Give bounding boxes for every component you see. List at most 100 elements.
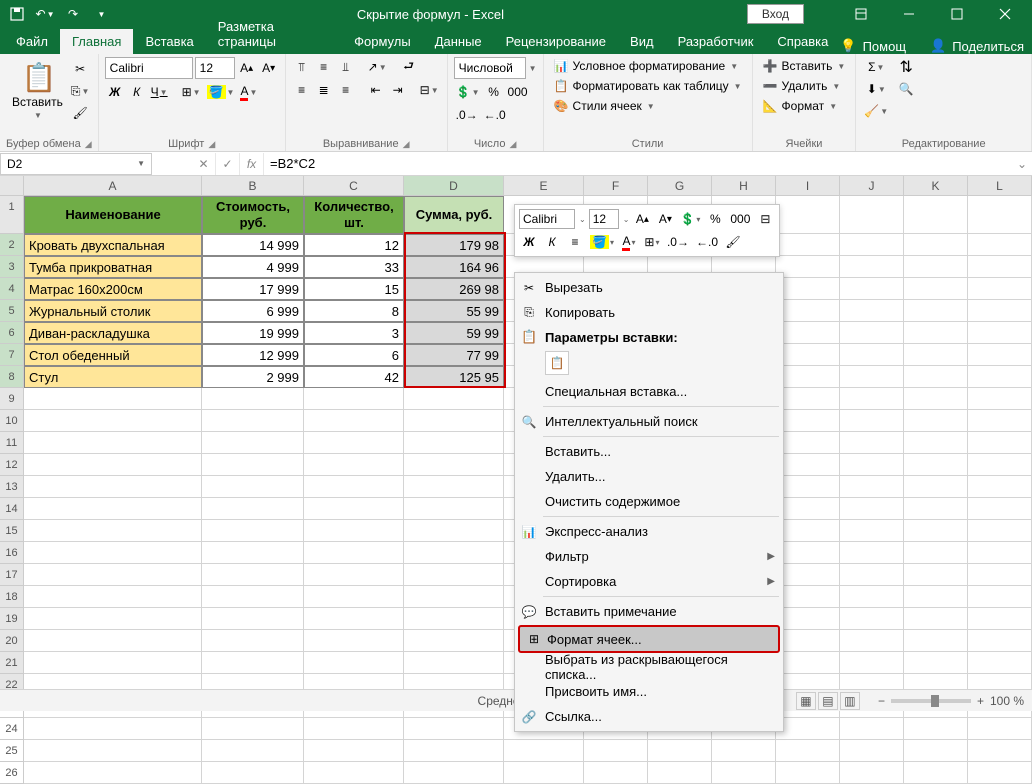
table-data-cell[interactable]: 8 (304, 300, 404, 322)
qat-customize-icon[interactable]: ▼ (88, 2, 114, 26)
align-middle-icon[interactable]: ≡ (314, 57, 334, 77)
cancel-icon[interactable]: ✕ (192, 153, 216, 175)
mini-comma-icon[interactable]: 000 (728, 209, 752, 229)
tab-layout[interactable]: Разметка страницы (206, 14, 342, 54)
ctx-smart-lookup[interactable]: 🔍Интеллектуальный поиск (515, 409, 783, 434)
mini-bold-button[interactable]: Ж (519, 232, 539, 252)
zoom-in-icon[interactable]: + (977, 694, 984, 708)
increase-decimal-icon[interactable]: .0→ (454, 105, 480, 125)
font-launcher[interactable]: ◢ (208, 139, 215, 150)
currency-icon[interactable]: 💲▼ (454, 82, 482, 102)
table-data-cell[interactable]: 3 (304, 322, 404, 344)
mini-format-painter-icon[interactable]: 🖌 (723, 232, 743, 252)
table-data-cell[interactable]: 269 98 (404, 278, 504, 300)
ctx-paste-special[interactable]: Специальная вставка... (515, 379, 783, 404)
ctx-pick-from-list[interactable]: Выбрать из раскрывающегося списка... (515, 654, 783, 679)
autosum-icon[interactable]: Σ▼ (862, 57, 890, 77)
percent-icon[interactable]: % (484, 82, 504, 102)
ctx-link[interactable]: 🔗Ссылка... (515, 704, 783, 729)
table-data-cell[interactable]: 55 99 (404, 300, 504, 322)
merge-icon[interactable]: ⊟▼ (418, 80, 441, 100)
ribbon-options-icon[interactable] (838, 0, 884, 28)
align-bottom-icon[interactable]: ⫫ (336, 57, 356, 77)
format-cells-ribbon-button[interactable]: 📐 Формат▼ (759, 97, 850, 115)
table-name-cell[interactable]: Стол обеденный (24, 344, 202, 366)
tell-me-icon[interactable]: 💡 (840, 38, 856, 54)
table-name-cell[interactable]: Диван-раскладушка (24, 322, 202, 344)
zoom-value[interactable]: 100 % (990, 694, 1024, 708)
row-header-18[interactable]: 18 (0, 586, 24, 608)
table-data-cell[interactable]: 42 (304, 366, 404, 388)
row-header-11[interactable]: 11 (0, 432, 24, 454)
insert-cells-button[interactable]: ➕ Вставить▼ (759, 57, 850, 75)
underline-button[interactable]: Ч▼ (149, 82, 170, 102)
ctx-format-cells[interactable]: ⊞Формат ячеек... (518, 625, 780, 653)
table-data-cell[interactable]: 33 (304, 256, 404, 278)
find-icon[interactable]: 🔍 (896, 79, 916, 99)
col-header-H[interactable]: H (712, 176, 776, 195)
row-header-6[interactable]: 6 (0, 322, 24, 344)
row-header-26[interactable]: 26 (0, 762, 24, 784)
sort-filter-icon[interactable]: ⇅ (896, 57, 916, 77)
maximize-icon[interactable] (934, 0, 980, 28)
login-button[interactable]: Вход (747, 4, 804, 24)
increase-indent-icon[interactable]: ⇥ (388, 80, 408, 100)
row-header-5[interactable]: 5 (0, 300, 24, 322)
tell-me[interactable]: Помощ (863, 39, 906, 54)
mini-currency-icon[interactable]: 💲▾ (678, 209, 702, 229)
name-box[interactable]: D2▼ (0, 153, 152, 175)
col-header-K[interactable]: K (904, 176, 968, 195)
row-header-17[interactable]: 17 (0, 564, 24, 586)
decrease-font-icon[interactable]: A▾ (259, 58, 279, 78)
ctx-copy[interactable]: ⎘Копировать (515, 300, 783, 325)
mini-font-color-icon[interactable]: A▾ (619, 232, 639, 252)
row-header-14[interactable]: 14 (0, 498, 24, 520)
conditional-formatting-button[interactable]: 📊 Условное форматирование▼ (550, 57, 746, 75)
mini-decrease-font-icon[interactable]: A▾ (655, 209, 675, 229)
mini-merge-icon[interactable]: ⊟ (755, 209, 775, 229)
row-header-4[interactable]: 4 (0, 278, 24, 300)
col-header-B[interactable]: B (202, 176, 304, 195)
align-top-icon[interactable]: ⫪ (292, 57, 312, 77)
row-header-21[interactable]: 21 (0, 652, 24, 674)
paste-button[interactable]: Вставить ▼ (6, 57, 69, 124)
col-header-A[interactable]: A (24, 176, 202, 195)
mini-size-select[interactable] (589, 209, 619, 229)
tab-formulas[interactable]: Формулы (342, 29, 423, 54)
comma-icon[interactable]: 000 (506, 82, 530, 102)
table-data-cell[interactable]: 12 (304, 234, 404, 256)
minimize-icon[interactable] (886, 0, 932, 28)
col-header-E[interactable]: E (504, 176, 584, 195)
table-data-cell[interactable]: 19 999 (202, 322, 304, 344)
select-all-corner[interactable] (0, 176, 24, 195)
row-header-8[interactable]: 8 (0, 366, 24, 388)
table-data-cell[interactable]: 77 99 (404, 344, 504, 366)
table-data-cell[interactable]: 59 99 (404, 322, 504, 344)
row-header-1[interactable]: 1 (0, 196, 24, 234)
table-name-cell[interactable]: Матрас 160х200см (24, 278, 202, 300)
row-header-2[interactable]: 2 (0, 234, 24, 256)
row-header-19[interactable]: 19 (0, 608, 24, 630)
table-data-cell[interactable]: 179 98 (404, 234, 504, 256)
fill-color-icon[interactable]: 🪣▼ (205, 82, 237, 102)
orientation-icon[interactable]: ↗▼ (366, 57, 389, 77)
ctx-clear[interactable]: Очистить содержимое (515, 489, 783, 514)
tab-help[interactable]: Справка (765, 29, 840, 54)
row-header-25[interactable]: 25 (0, 740, 24, 762)
table-name-cell[interactable]: Кровать двухспальная (24, 234, 202, 256)
clipboard-launcher[interactable]: ◢ (85, 139, 92, 150)
row-header-13[interactable]: 13 (0, 476, 24, 498)
table-data-cell[interactable]: 15 (304, 278, 404, 300)
mini-inc-decimal-icon[interactable]: .0→ (665, 232, 691, 252)
font-size-select[interactable] (195, 57, 235, 79)
row-header-3[interactable]: 3 (0, 256, 24, 278)
table-header[interactable]: Наименование (24, 196, 202, 234)
col-header-F[interactable]: F (584, 176, 648, 195)
mini-fill-color-icon[interactable]: 🪣▾ (588, 232, 616, 252)
clear-icon[interactable]: 🧹▼ (862, 101, 890, 121)
mini-font-select[interactable] (519, 209, 575, 229)
font-color-icon[interactable]: A▼ (238, 82, 259, 102)
row-header-9[interactable]: 9 (0, 388, 24, 410)
table-data-cell[interactable]: 6 999 (202, 300, 304, 322)
table-header[interactable]: Количество, шт. (304, 196, 404, 234)
